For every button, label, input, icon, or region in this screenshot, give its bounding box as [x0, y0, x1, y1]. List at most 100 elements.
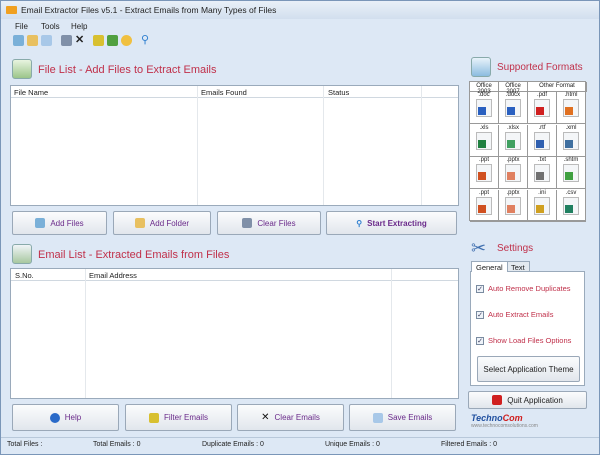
clear-files-icon	[242, 218, 253, 228]
file-type-icon	[476, 164, 492, 182]
checkbox-checked[interactable]: ✓	[476, 336, 484, 345]
add-files-icon[interactable]	[13, 35, 24, 46]
file-list-header: File Name Emails Found Status	[11, 86, 458, 98]
format-cell: .html	[557, 92, 586, 124]
format-label: .csv	[565, 189, 577, 196]
file-list-table[interactable]: File Name Emails Found Status	[10, 85, 459, 206]
filter-icon[interactable]	[93, 35, 104, 46]
search-icon[interactable]: ⚲	[141, 35, 152, 46]
file-type-icon	[534, 131, 550, 150]
format-label: .rtf	[538, 124, 546, 131]
quit-label: Quit Application	[507, 395, 563, 405]
format-cell: .doc	[470, 92, 499, 124]
menu-file[interactable]: File	[15, 22, 28, 31]
format-label: .pdf	[536, 92, 547, 98]
column-divider	[421, 86, 422, 205]
logo-part1: Techno	[471, 413, 503, 423]
format-label: .doc	[478, 92, 490, 98]
format-cell: .pptx	[499, 157, 528, 189]
save-emails-button[interactable]: Save Emails	[349, 404, 456, 431]
clear-emails-button[interactable]: ✕ Clear Emails	[237, 404, 344, 431]
add-folder-button[interactable]: Add Folder	[113, 211, 211, 235]
format-cell: .pdf	[528, 92, 557, 124]
logo-url: www.technocomsolutions.com	[471, 423, 538, 429]
add-folder-icon	[134, 218, 145, 228]
status-filtered-emails: Filtered Emails : 0	[441, 441, 498, 448]
email-list-table[interactable]: S.No. Email Address	[10, 268, 459, 399]
menu-tools[interactable]: Tools	[41, 22, 60, 31]
column-divider	[197, 86, 198, 205]
start-extracting-button[interactable]: ⚲ Start Extracting	[326, 211, 457, 235]
select-theme-button[interactable]: Select Application Theme	[477, 356, 580, 382]
filter-icon	[148, 412, 159, 423]
show-load-files-options-checkbox[interactable]: ✓ Show Load Files Options	[476, 336, 571, 345]
formats-title: Supported Formats	[497, 62, 583, 73]
file-type-icon	[563, 131, 579, 150]
checkbox-checked[interactable]: ✓	[476, 310, 484, 319]
add-files-button[interactable]: Add Files	[12, 211, 107, 235]
file-type-icon	[476, 196, 492, 215]
menu-help[interactable]: Help	[71, 22, 87, 31]
format-cell: .rtf	[528, 124, 557, 157]
save-icon[interactable]	[107, 35, 118, 46]
save-emails-label: Save Emails	[387, 413, 433, 422]
title-bar: Email Extractor Files v5.1 - Extract Ema…	[1, 1, 599, 19]
settings-title: Settings	[497, 243, 534, 254]
add-folder-icon[interactable]	[27, 35, 38, 46]
column-email-address[interactable]: Email Address	[89, 271, 137, 280]
option-label: Show Load Files Options	[488, 336, 572, 345]
format-label: .docx	[505, 92, 521, 98]
auto-extract-emails-checkbox[interactable]: ✓ Auto Extract Emails	[476, 310, 553, 319]
format-label: .txt	[537, 157, 546, 163]
format-label: .html	[564, 92, 578, 98]
format-label: .xlsx	[507, 124, 519, 131]
supported-formats-grid: Office 2003 Office 2007 Other Format .do…	[469, 81, 587, 222]
menu-bar: File Tools Help	[1, 19, 599, 33]
format-cell: .pptx	[499, 189, 528, 222]
file-type-icon	[563, 196, 579, 215]
checkbox-checked[interactable]: ✓	[476, 284, 484, 293]
add-files-label: Add Files	[50, 218, 84, 228]
column-status[interactable]: Status	[328, 88, 349, 97]
format-label: .xml	[565, 124, 577, 131]
app-window: Email Extractor Files v5.1 - Extract Ema…	[0, 0, 600, 455]
column-emails-found[interactable]: Emails Found	[201, 88, 247, 97]
option-label: Auto Extract Emails	[488, 310, 554, 319]
filter-emails-button[interactable]: Filter Emails	[125, 404, 232, 431]
clear-emails-label: Clear Emails	[274, 413, 320, 422]
tab-general[interactable]: General	[471, 261, 508, 272]
format-label: .pptx	[506, 189, 520, 196]
format-cell: .txt	[528, 157, 557, 189]
column-divider	[85, 269, 86, 398]
file-type-icon	[563, 164, 579, 182]
column-divider	[391, 269, 392, 398]
format-cell: .shtm	[557, 157, 586, 189]
column-file-name[interactable]: File Name	[14, 88, 48, 97]
copy-icon[interactable]	[41, 35, 52, 46]
help-button[interactable]: Help	[12, 404, 119, 431]
quit-application-button[interactable]: Quit Application	[468, 391, 587, 409]
column-sno[interactable]: S.No.	[15, 271, 34, 280]
auto-remove-duplicates-checkbox[interactable]: ✓ Auto Remove Duplicates	[476, 284, 571, 293]
file-type-icon	[505, 99, 521, 117]
file-type-icon	[563, 99, 579, 117]
file-type-icon	[505, 131, 521, 150]
status-total-files: Total Files :	[7, 441, 43, 448]
help-label: Help	[64, 413, 82, 422]
format-cell: .ini	[528, 189, 557, 222]
format-cell: .xlsx	[499, 124, 528, 157]
status-unique-emails: Unique Emails : 0	[325, 441, 380, 448]
format-cell: .csv	[557, 189, 586, 222]
logo-part2: Com	[502, 413, 523, 423]
format-label: .ini	[538, 189, 546, 196]
file-type-icon	[505, 196, 521, 215]
add-folder-label: Add Folder	[149, 218, 190, 228]
key-icon[interactable]	[121, 35, 132, 46]
window-title: Email Extractor Files v5.1 - Extract Ema…	[21, 5, 277, 15]
settings-panel: ✓ Auto Remove Duplicates ✓ Auto Extract Em…	[470, 271, 585, 386]
clear-files-button[interactable]: Clear Files	[217, 211, 321, 235]
close-icon[interactable]: ✕	[75, 35, 86, 46]
format-label: .xls	[479, 124, 489, 131]
window-icon[interactable]	[61, 35, 72, 46]
column-divider	[323, 86, 324, 205]
